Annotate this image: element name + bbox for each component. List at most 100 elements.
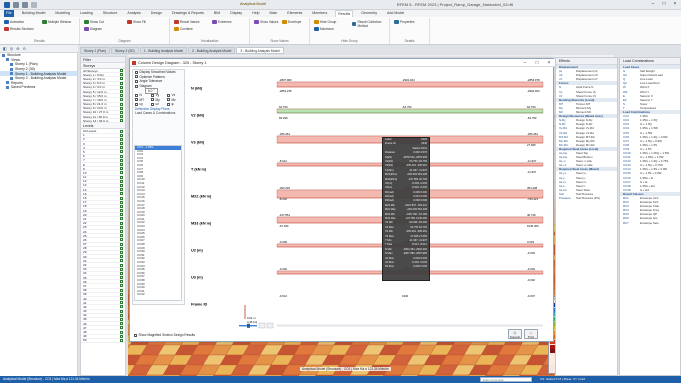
force-checkbox[interactable] <box>167 93 170 97</box>
multiple-window-button[interactable]: Multiple Window <box>42 20 71 24</box>
support-button[interactable]: ⎘ Support <box>508 329 522 339</box>
tab-results[interactable]: Results <box>335 10 354 17</box>
level-checkbox[interactable] <box>120 230 123 234</box>
show-magnified-option[interactable]: Show Magnified Section Design Results <box>134 333 195 337</box>
storey-checkbox[interactable] <box>120 69 123 73</box>
dialog-close-icon[interactable]: × <box>543 59 555 67</box>
document-tab[interactable]: 3 - Building Analysis Model <box>236 47 284 54</box>
storey-checkbox[interactable] <box>120 77 123 81</box>
storey-checkbox[interactable] <box>120 115 123 119</box>
level-checkbox[interactable] <box>120 271 123 275</box>
level-checkbox[interactable] <box>120 200 123 204</box>
tab-elements[interactable]: Elements <box>285 10 304 17</box>
level-checkbox[interactable] <box>120 154 123 158</box>
panel-item[interactable]: RC7 Envelope Seis. <box>620 221 680 225</box>
envelope-button[interactable]: Envelope <box>282 20 301 24</box>
level-checkbox[interactable] <box>120 129 123 133</box>
command-input[interactable]: Enter Command <box>480 377 532 382</box>
dialog-maximize-icon[interactable]: □ <box>531 59 543 67</box>
undo-icon[interactable] <box>13 2 19 8</box>
save-icon[interactable] <box>4 2 10 8</box>
storey-checkbox[interactable] <box>120 81 123 85</box>
tab-design[interactable]: Design <box>149 10 164 17</box>
tab-structure[interactable]: Structure <box>101 10 120 17</box>
level-checkbox[interactable] <box>120 192 123 196</box>
level-checkbox[interactable] <box>120 238 123 242</box>
level-checkbox[interactable] <box>120 280 123 284</box>
level-checkbox[interactable] <box>120 183 123 187</box>
tab-drawings-reports[interactable]: Drawings & Reports <box>170 10 206 17</box>
zoom-icon[interactable]: ⊕ <box>16 46 19 51</box>
document-tab[interactable]: Storey 1 (Plan) <box>80 47 110 54</box>
option-checkbox[interactable] <box>135 79 138 83</box>
force-checkbox[interactable] <box>167 102 170 106</box>
tab-bim[interactable]: BIM <box>212 10 222 17</box>
tab-file[interactable]: File <box>4 10 14 17</box>
view-icon[interactable]: ◎ <box>10 46 14 51</box>
dialog-minimize-icon[interactable]: – <box>519 59 531 67</box>
level-checkbox[interactable] <box>120 217 123 221</box>
level-checkbox[interactable] <box>120 142 123 146</box>
document-tab[interactable]: Storey 2 (3D) <box>111 47 139 54</box>
storey-checkbox[interactable] <box>120 98 123 102</box>
level-checkbox[interactable] <box>120 330 123 334</box>
level-checkbox[interactable] <box>120 297 123 301</box>
force-checkbox[interactable] <box>151 98 154 102</box>
level-checkbox[interactable] <box>120 163 123 167</box>
storey-checkbox[interactable] <box>120 119 123 123</box>
tab-display[interactable]: Display <box>228 10 244 17</box>
force-checkbox[interactable] <box>167 98 170 102</box>
storey-checkbox[interactable] <box>120 110 123 114</box>
nav-icon[interactable]: ◧ <box>3 46 7 51</box>
option-checkbox[interactable] <box>135 84 138 88</box>
level-checkbox[interactable] <box>120 246 123 250</box>
show-cut-button[interactable]: Show Cut <box>84 20 104 24</box>
level-checkbox[interactable] <box>120 263 123 267</box>
result-values-button[interactable]: Result Values <box>174 20 199 24</box>
document-tab[interactable]: 1 - Building Analysis Model <box>139 47 188 54</box>
level-checkbox[interactable] <box>120 326 123 330</box>
filter-icon[interactable]: ⊖ <box>23 46 26 51</box>
level-checkbox[interactable] <box>120 338 123 342</box>
show-magnified-checkbox[interactable] <box>134 333 137 337</box>
level-checkbox[interactable] <box>120 322 123 326</box>
level-checkbox[interactable] <box>120 133 123 137</box>
level-checkbox[interactable] <box>120 167 123 171</box>
close-icon[interactable]: × <box>670 1 680 8</box>
level-checkbox[interactable] <box>120 221 123 225</box>
results-sections-button[interactable]: Results Sections <box>4 27 34 31</box>
level-checkbox[interactable] <box>120 305 123 309</box>
force-checkbox[interactable] <box>135 102 138 106</box>
force-checkbox[interactable] <box>135 98 138 102</box>
combine-button[interactable]: Combine <box>174 27 193 31</box>
level-checkbox[interactable] <box>120 292 123 296</box>
level-checkbox[interactable] <box>120 175 123 179</box>
hide-group-button[interactable]: Hide Group <box>314 20 336 24</box>
level-checkbox[interactable] <box>120 209 123 213</box>
storey-checkbox[interactable] <box>120 106 123 110</box>
storey-checkbox[interactable] <box>120 73 123 77</box>
tab-add-model[interactable]: Add Model <box>385 10 406 17</box>
level-checkbox[interactable] <box>120 179 123 183</box>
tab-help[interactable]: Help <box>250 10 261 17</box>
level-checkbox[interactable] <box>120 301 123 305</box>
level-checkbox[interactable] <box>120 146 123 150</box>
level-checkbox[interactable] <box>120 242 123 246</box>
storey-checkbox[interactable] <box>120 85 123 89</box>
option-checkbox[interactable] <box>135 75 138 79</box>
tab-loading[interactable]: Loading <box>78 10 95 17</box>
document-tab[interactable]: 2 - Building Analysis Model <box>188 47 236 54</box>
tab-modeling[interactable]: Modeling <box>53 10 72 17</box>
tab-main[interactable]: Main <box>268 10 280 17</box>
level-checkbox[interactable] <box>120 284 123 288</box>
level-checkbox[interactable] <box>120 158 123 162</box>
storey-checkbox[interactable] <box>120 90 123 94</box>
tab-building-model[interactable]: Building Model <box>20 10 48 17</box>
level-checkbox[interactable] <box>120 150 123 154</box>
level-checkbox[interactable] <box>120 188 123 192</box>
properties-button[interactable]: Properties <box>394 20 415 24</box>
load-case-list[interactable]: CO1 - 1.35G CO2 CO3 CO4 CO5 CO6 CO7 CO8 CO9 CO10 C… <box>134 145 182 301</box>
level-checkbox[interactable] <box>120 288 123 292</box>
tab-members[interactable]: Members <box>310 10 329 17</box>
design-diagram[interactable]: N (kN) -2807.983 -2902.464 -2853.978 -2851.2… <box>187 69 551 335</box>
